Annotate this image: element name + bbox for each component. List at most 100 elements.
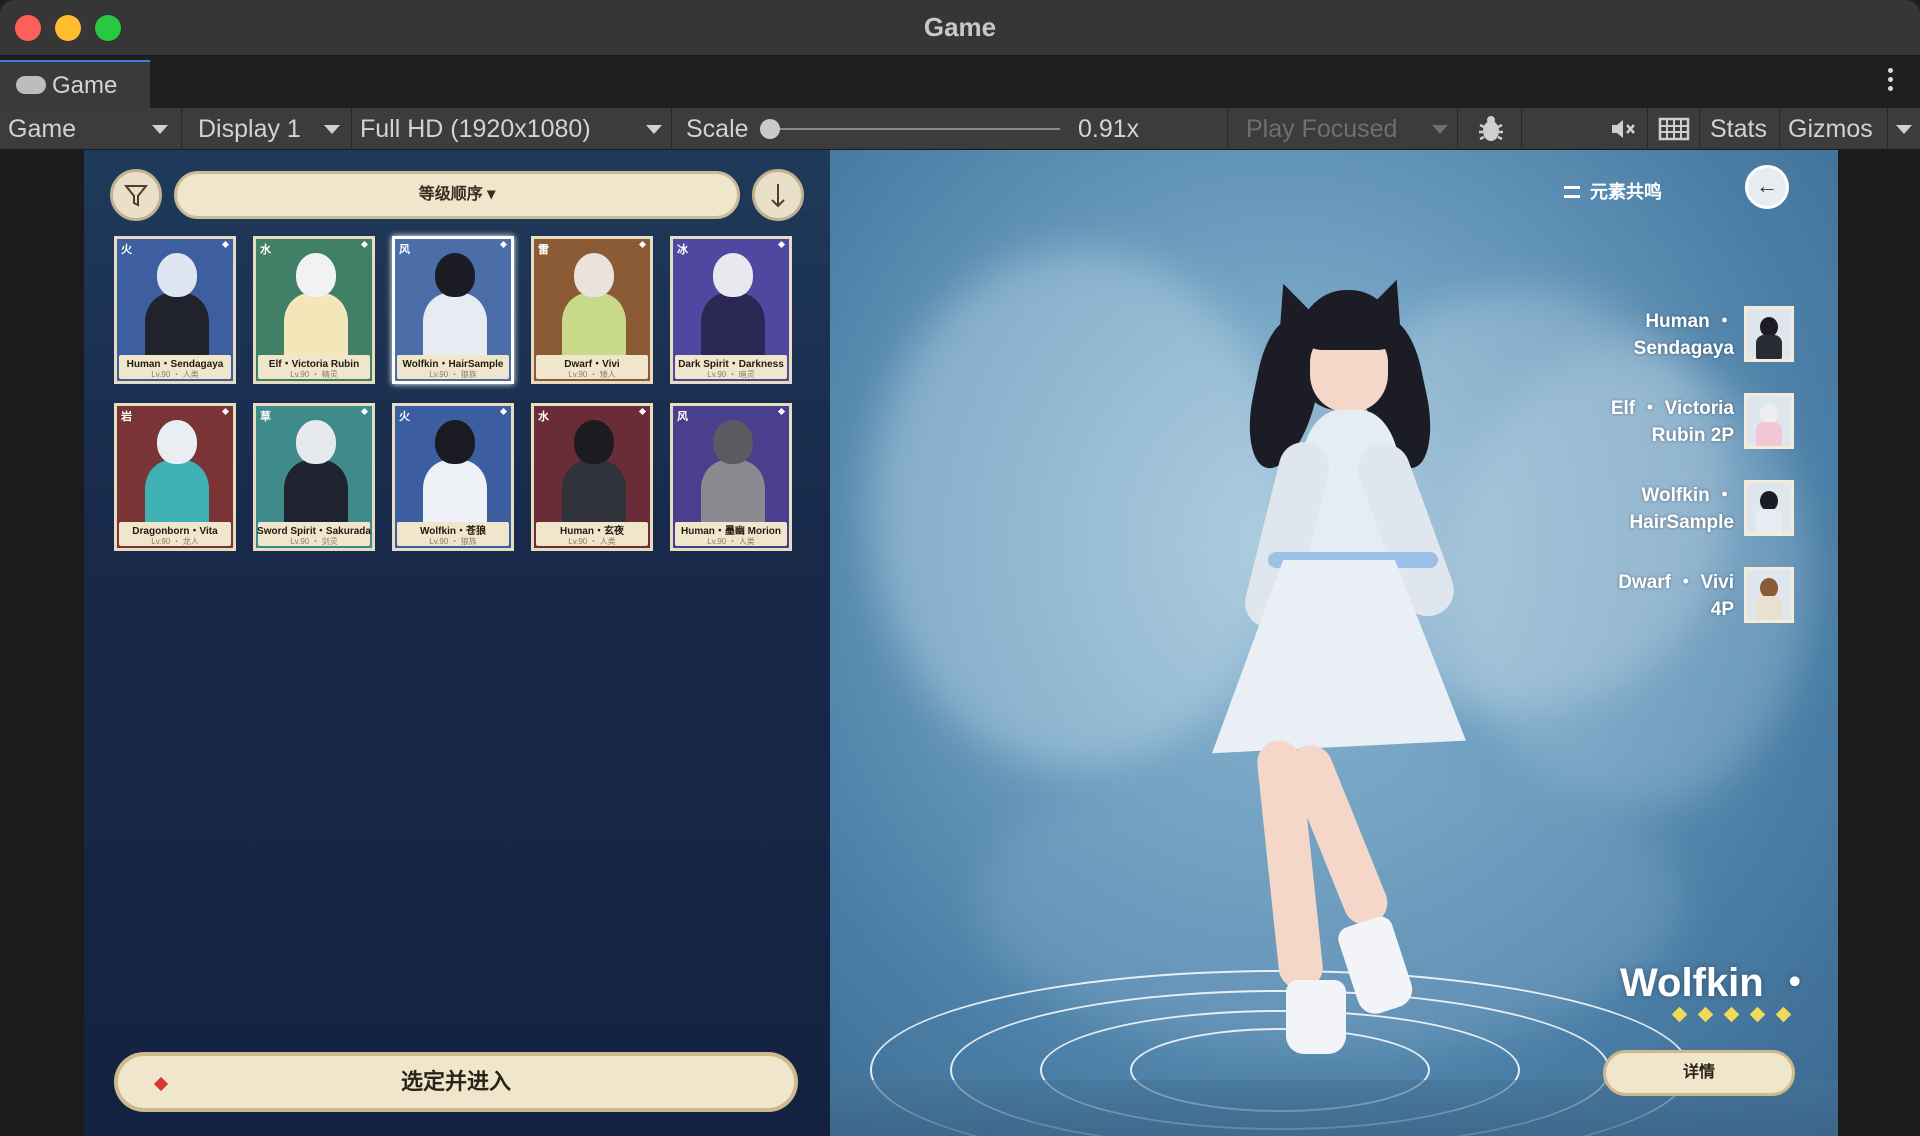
party-member-avatar — [1744, 480, 1794, 536]
card-name: Wolfkin・苍狼 — [420, 526, 486, 537]
star-icon — [221, 240, 230, 249]
sort-direction-button[interactable] — [752, 169, 804, 221]
character-card[interactable]: 冰 Dark Spirit・Darkness Lv.90 ・ 暗灵 — [670, 236, 792, 384]
debug-toggle[interactable] — [1462, 108, 1522, 150]
element-resonance-label: 元素共鸣 — [1590, 182, 1662, 202]
character-card[interactable]: 风 Wolfkin・HairSample Lv.90 ・ 狼族 — [392, 236, 514, 384]
character-portrait-head — [157, 420, 197, 464]
game-toolbar: Game Display 1 Full HD (1920x1080) Scale… — [0, 108, 1920, 150]
character-card[interactable]: 雷 Dwarf・Vivi Lv.90 ・ 矮人 — [531, 236, 653, 384]
character-portrait-head — [157, 253, 197, 297]
element-badge: 冰 — [677, 244, 688, 256]
party-member-name: Dwarf ・ Vivi 4P — [1618, 572, 1734, 620]
details-button[interactable]: 详情 — [1603, 1050, 1795, 1096]
character-portrait-head — [296, 420, 336, 464]
party-member-name: Human ・ Sendagaya — [1633, 311, 1734, 359]
chevron-down-icon — [1432, 125, 1448, 134]
chevron-down-icon — [152, 125, 168, 134]
element-badge: 草 — [260, 411, 271, 423]
scale-slider-knob[interactable] — [760, 119, 780, 139]
card-name: Wolfkin・HairSample — [402, 359, 504, 370]
character-portrait-head — [296, 253, 336, 297]
display-dropdown[interactable]: Display 1 — [190, 108, 352, 150]
star-icon — [360, 407, 369, 416]
bug-icon — [1479, 116, 1503, 141]
card-level: Lv.90 ・ 矮人 — [568, 370, 616, 379]
play-mode-label: Play Focused — [1246, 115, 1398, 143]
card-name: Dwarf・Vivi — [564, 359, 620, 370]
party-member[interactable]: Dwarf ・ Vivi 4P — [1560, 563, 1800, 627]
party-member[interactable]: Wolfkin ・ HairSample — [1560, 476, 1800, 540]
keyboard-grid-icon — [1658, 117, 1690, 141]
resolution-dropdown-label: Full HD (1920x1080) — [360, 115, 591, 143]
element-badge: 火 — [121, 244, 132, 256]
party-member[interactable]: Elf ・ Victoria Rubin 2P — [1560, 389, 1800, 453]
back-button[interactable]: ← — [1745, 165, 1789, 209]
card-name: Human・Sendagaya — [126, 359, 224, 370]
card-level: Lv.90 ・ 人类 — [151, 370, 199, 379]
card-name: Human・玄夜 — [560, 526, 624, 537]
scale-value: 0.91x — [1078, 115, 1140, 143]
chevron-down-icon — [1896, 125, 1912, 134]
character-name: Wolfkin ・ — [1620, 961, 1815, 1005]
card-name: Dragonborn・Vita — [132, 526, 218, 537]
character-portrait-head — [713, 253, 753, 297]
card-level: Lv.90 ・ 人类 — [568, 537, 616, 546]
stats-button[interactable]: Stats — [1702, 108, 1780, 150]
tab-row: Game — [0, 56, 1920, 108]
mute-audio-toggle[interactable] — [1598, 108, 1648, 150]
party-member[interactable]: Human ・ Sendagaya — [1560, 302, 1800, 366]
card-level: Lv.90 ・ 狼族 — [429, 537, 477, 546]
gizmos-button[interactable]: Gizmos — [1780, 108, 1888, 150]
select-and-enter-button[interactable]: 选定并进入 — [114, 1052, 798, 1112]
star-icon — [638, 407, 647, 416]
card-level: Lv.90 ・ 暗灵 — [707, 370, 755, 379]
play-mode-dropdown[interactable]: Play Focused — [1238, 108, 1458, 150]
more-options-icon[interactable] — [1888, 68, 1894, 94]
character-card[interactable]: 火 Human・Sendagaya Lv.90 ・ 人类 — [114, 236, 236, 384]
scale-slider-track[interactable] — [770, 128, 1060, 130]
element-badge: 水 — [538, 411, 549, 423]
list-icon — [1564, 186, 1580, 198]
character-card[interactable]: 水 Elf・Victoria Rubin Lv.90 ・ 精灵 — [253, 236, 375, 384]
star-icon — [499, 240, 508, 249]
star-icon — [777, 407, 786, 416]
character-card[interactable]: 岩 Dragonborn・Vita Lv.90 ・ 龙人 — [114, 403, 236, 551]
window-title: Game — [923, 12, 997, 42]
sort-order-dropdown[interactable]: 等级顺序 ▾ — [174, 171, 740, 219]
card-level: Lv.90 ・ 人类 — [707, 537, 755, 546]
star-icon — [360, 240, 369, 249]
character-card[interactable]: 水 Human・玄夜 Lv.90 ・ 人类 — [531, 403, 653, 551]
card-level: Lv.90 ・ 剑灵 — [290, 537, 338, 546]
star-icon — [638, 240, 647, 249]
element-badge: 风 — [399, 244, 410, 256]
tab-game-label: Game — [52, 72, 118, 99]
tab-game[interactable]: Game — [0, 60, 150, 108]
party-member-avatar — [1744, 567, 1794, 623]
character-portrait-head — [574, 420, 614, 464]
card-name: Dark Spirit・Darkness — [678, 359, 784, 370]
card-level: Lv.90 ・ 精灵 — [290, 370, 338, 379]
element-resonance-button[interactable]: 元素共鸣 — [1564, 178, 1662, 204]
title-bar: Game — [0, 0, 1920, 56]
character-portrait-head — [574, 253, 614, 297]
resolution-dropdown[interactable]: Full HD (1920x1080) — [352, 108, 672, 150]
star-icon — [221, 407, 230, 416]
gizmos-dropdown[interactable] — [1888, 108, 1920, 150]
mute-icon — [1612, 120, 1635, 138]
chevron-down-icon — [646, 125, 662, 134]
filter-button[interactable] — [110, 169, 162, 221]
layout-toggle[interactable] — [1648, 108, 1700, 150]
character-card[interactable]: 草 Sword Spirit・Sakurada Lv.90 ・ 剑灵 — [253, 403, 375, 551]
view-dropdown-label: Game — [8, 115, 77, 143]
element-badge: 雷 — [538, 244, 549, 256]
chevron-down-icon — [324, 125, 340, 134]
character-portrait-head — [435, 253, 475, 297]
star-icon — [499, 407, 508, 416]
party-member-avatar — [1744, 306, 1794, 362]
character-portrait-head — [713, 420, 753, 464]
party-member-avatar — [1744, 393, 1794, 449]
character-card[interactable]: 风 Human・墨幽 Morion Lv.90 ・ 人类 — [670, 403, 792, 551]
view-dropdown[interactable]: Game — [0, 108, 182, 150]
character-card[interactable]: 火 Wolfkin・苍狼 Lv.90 ・ 狼族 — [392, 403, 514, 551]
